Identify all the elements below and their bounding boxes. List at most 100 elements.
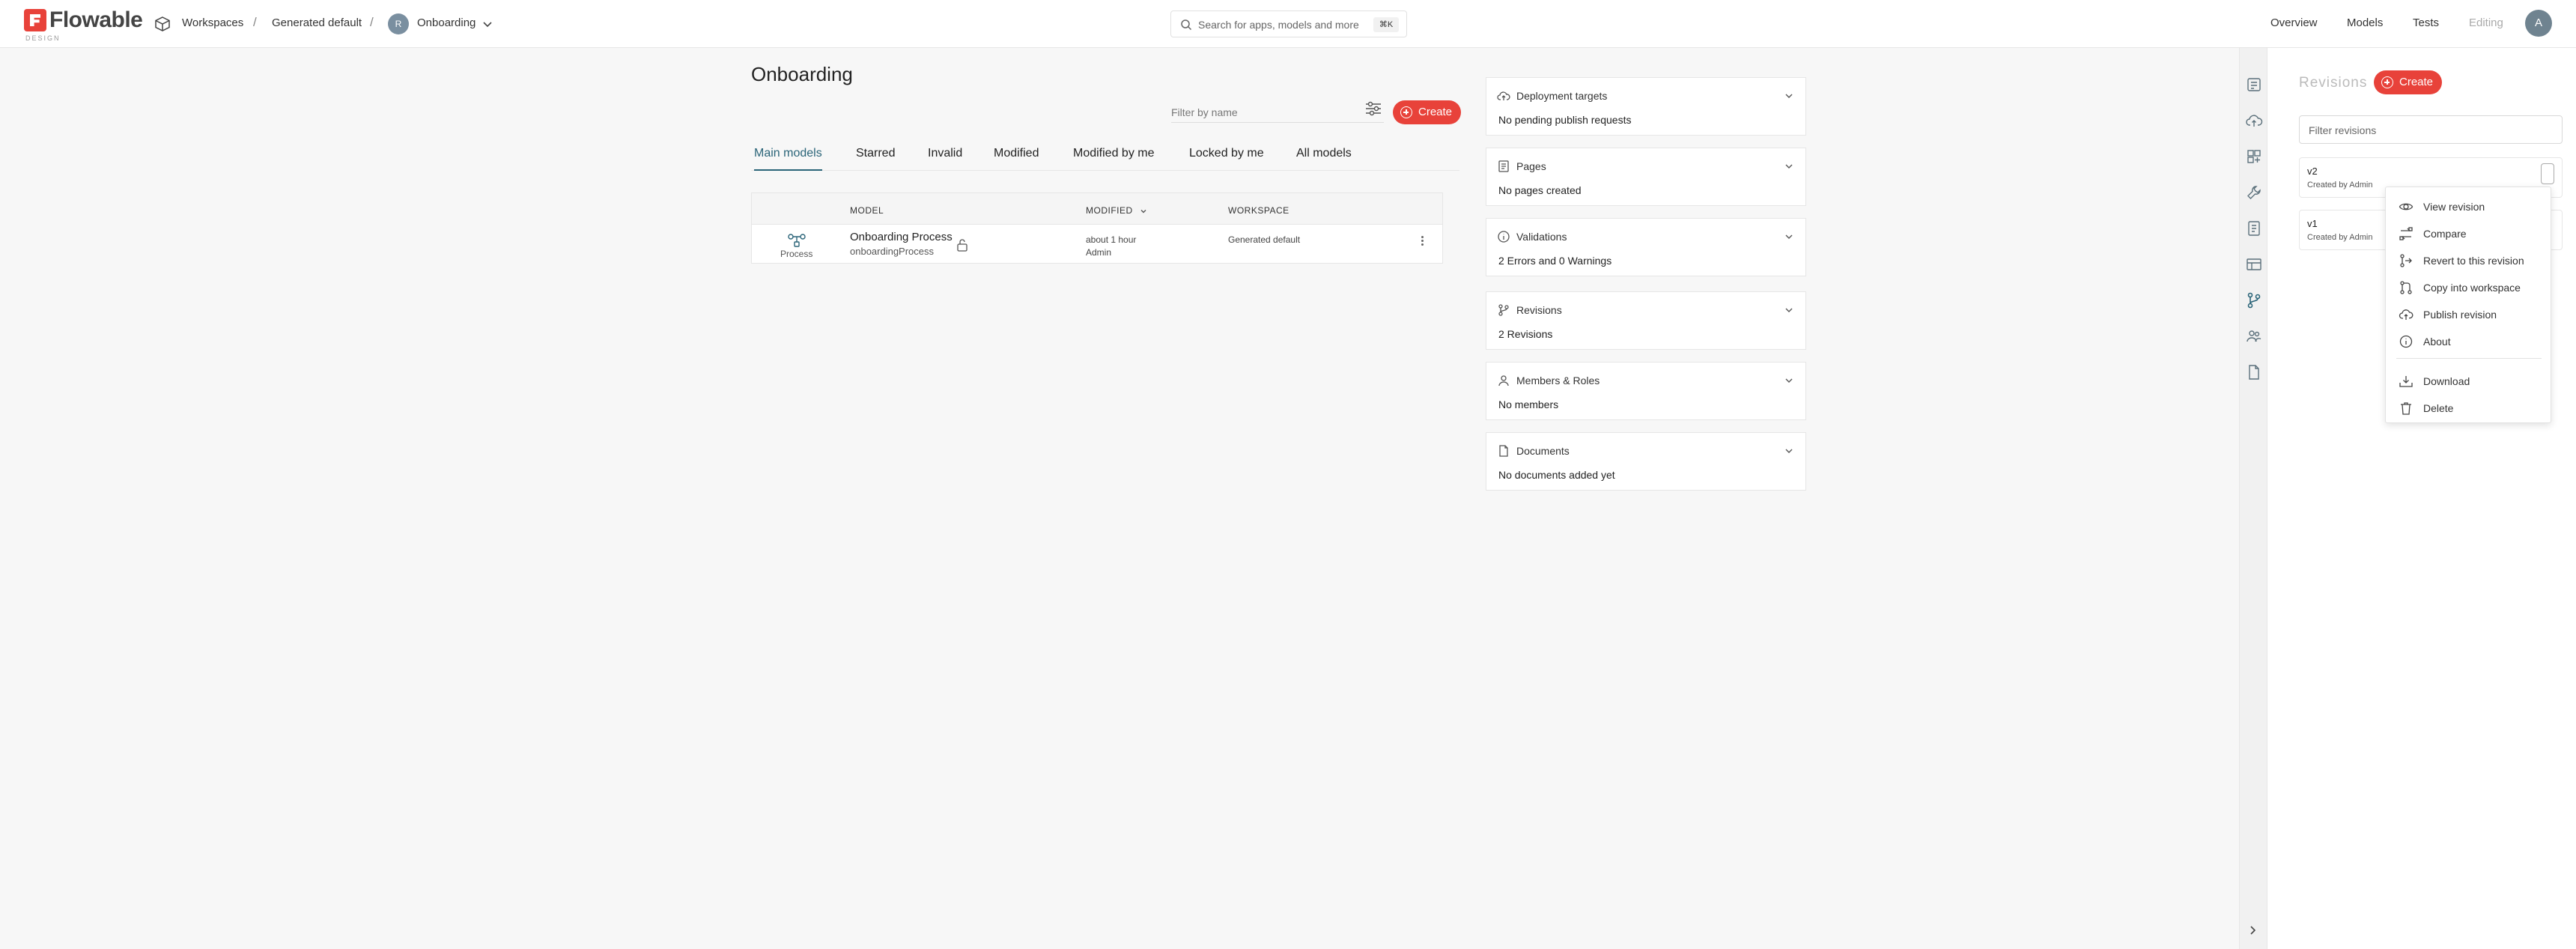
card-deployment-targets[interactable]: Deployment targets No pending publish re… xyxy=(1486,77,1806,136)
revision-context-menu: View revision Compare Revert to this rev… xyxy=(2385,187,2551,423)
download-icon xyxy=(2399,374,2414,389)
document-icon[interactable] xyxy=(2245,363,2263,381)
wrench-icon[interactable] xyxy=(2245,184,2263,201)
menu-item-label: Publish revision xyxy=(2423,309,2497,321)
chevron-down-icon[interactable] xyxy=(1783,160,1795,172)
card-revisions[interactable]: Revisions 2 Revisions xyxy=(1486,291,1806,350)
cloud-upload-icon xyxy=(2399,307,2414,322)
info-circle-icon xyxy=(1497,230,1510,243)
menu-item-label: Copy into workspace xyxy=(2423,282,2521,294)
model-name[interactable]: Onboarding Process xyxy=(850,231,953,243)
logo-mark-icon xyxy=(24,9,46,31)
create-model-button[interactable]: Create xyxy=(1393,100,1462,124)
model-key: onboardingProcess xyxy=(850,246,935,257)
user-avatar[interactable]: A xyxy=(2525,10,2552,37)
card-body: 2 Errors and 0 Warnings xyxy=(1498,255,1612,267)
menu-item-download[interactable]: Download xyxy=(2386,368,2551,395)
tab-starred[interactable]: Starred xyxy=(856,147,895,171)
row-actions-kebab-icon[interactable] xyxy=(1418,234,1426,249)
card-members-roles[interactable]: Members & Roles No members xyxy=(1486,362,1806,420)
create-label: Create xyxy=(1418,106,1453,118)
breadcrumb-separator: / xyxy=(253,15,257,29)
column-modified[interactable]: MODIFIED xyxy=(1086,205,1148,216)
menu-item-publish-revision[interactable]: Publish revision xyxy=(2386,301,2551,328)
card-body: No members xyxy=(1498,398,1559,410)
column-model[interactable]: MODEL xyxy=(850,205,884,216)
nav-overview[interactable]: Overview xyxy=(2270,16,2318,29)
plus-circle-icon xyxy=(1400,106,1412,118)
chevron-down-icon[interactable] xyxy=(1783,90,1795,102)
card-title: Validations xyxy=(1516,231,1567,243)
flowable-logo[interactable]: Flowable DESIGN xyxy=(24,7,144,42)
menu-item-label: Compare xyxy=(2423,228,2467,240)
filter-revisions-input[interactable]: Filter revisions xyxy=(2299,115,2563,144)
menu-item-copy-into-workspace[interactable]: Copy into workspace xyxy=(2386,274,2551,301)
app-avatar: R xyxy=(388,13,409,34)
notebook-icon[interactable] xyxy=(2245,219,2263,237)
breadcrumb-workspaces[interactable]: Workspaces xyxy=(182,16,243,29)
breadcrumb-separator: / xyxy=(370,15,374,29)
compare-icon xyxy=(2399,226,2414,241)
global-search[interactable]: Search for apps, models and more ⌘K xyxy=(1170,10,1407,37)
chevron-down-icon[interactable] xyxy=(1783,231,1795,243)
top-bar: Flowable DESIGN Workspaces / Generated d… xyxy=(0,0,2576,48)
plus-circle-icon xyxy=(2381,76,2393,88)
create-revision-button[interactable]: Create xyxy=(2374,70,2443,94)
chevron-down-icon[interactable] xyxy=(480,16,495,31)
cloud-upload-icon xyxy=(1497,89,1510,103)
revisions-panel: Revisions Create Filter revisions v2 Cre… xyxy=(2267,48,2576,949)
chevron-down-icon[interactable] xyxy=(1783,304,1795,316)
menu-divider xyxy=(2396,358,2542,359)
info-icon xyxy=(2399,334,2414,349)
collapse-chevron-right-icon[interactable] xyxy=(2247,924,2258,936)
menu-item-label: Delete xyxy=(2423,402,2454,414)
row-workspace: Generated default xyxy=(1228,234,1301,245)
cloud-upload-icon[interactable] xyxy=(2245,112,2263,130)
menu-item-delete[interactable]: Delete xyxy=(2386,395,2551,422)
tab-modified-by-me[interactable]: Modified by me xyxy=(1073,147,1155,171)
breadcrumb-workspace[interactable]: Generated default xyxy=(272,16,362,29)
nav-tests[interactable]: Tests xyxy=(2413,16,2439,29)
card-body: No documents added yet xyxy=(1498,469,1615,481)
tab-locked-by-me[interactable]: Locked by me xyxy=(1189,147,1264,171)
tab-modified[interactable]: Modified xyxy=(994,147,1039,171)
card-title: Members & Roles xyxy=(1516,375,1600,386)
pages-icon xyxy=(1497,160,1510,173)
table-icon[interactable] xyxy=(2245,255,2263,273)
revision-version: v1 xyxy=(2307,218,2318,229)
logo-text: Flowable xyxy=(49,7,143,32)
search-placeholder: Search for apps, models and more xyxy=(1198,19,1359,31)
document-icon xyxy=(1497,444,1510,458)
card-documents[interactable]: Documents No documents added yet xyxy=(1486,432,1806,491)
card-validations[interactable]: Validations 2 Errors and 0 Warnings xyxy=(1486,218,1806,276)
filter-by-name-input[interactable]: Filter by name xyxy=(1171,100,1384,123)
filter-settings-icon[interactable] xyxy=(1364,99,1383,118)
revision-actions-button[interactable] xyxy=(2541,163,2554,184)
tab-all-models[interactable]: All models xyxy=(1296,147,1352,171)
menu-item-about[interactable]: About xyxy=(2386,328,2551,355)
menu-item-compare[interactable]: Compare xyxy=(2386,220,2551,247)
column-workspace[interactable]: WORKSPACE xyxy=(1228,205,1289,216)
tab-main-models[interactable]: Main models xyxy=(754,147,822,171)
nav-models[interactable]: Models xyxy=(2347,16,2383,29)
menu-item-revert[interactable]: Revert to this revision xyxy=(2386,247,2551,274)
nav-editing[interactable]: Editing xyxy=(2469,16,2503,29)
menu-item-label: Download xyxy=(2423,375,2470,387)
card-title: Deployment targets xyxy=(1516,90,1608,102)
card-pages[interactable]: Pages No pages created xyxy=(1486,148,1806,206)
unlock-icon[interactable] xyxy=(956,238,968,252)
tab-invalid[interactable]: Invalid xyxy=(928,147,962,171)
overview-panel-icon[interactable] xyxy=(2245,76,2263,94)
breadcrumb-app[interactable]: Onboarding xyxy=(417,16,476,29)
menu-item-view-revision[interactable]: View revision xyxy=(2386,193,2551,220)
pages-layout-icon[interactable] xyxy=(2245,148,2263,166)
eye-icon xyxy=(2399,199,2414,214)
revision-created-by: Created by Admin xyxy=(2307,233,2373,242)
model-type-label: Process xyxy=(780,249,813,259)
users-icon[interactable] xyxy=(2245,327,2263,345)
card-title: Revisions xyxy=(1516,304,1562,316)
git-branch-icon[interactable] xyxy=(2245,291,2263,309)
chevron-down-icon[interactable] xyxy=(1783,445,1795,457)
chevron-down-icon[interactable] xyxy=(1783,375,1795,386)
sort-chevron-icon xyxy=(1139,207,1148,216)
